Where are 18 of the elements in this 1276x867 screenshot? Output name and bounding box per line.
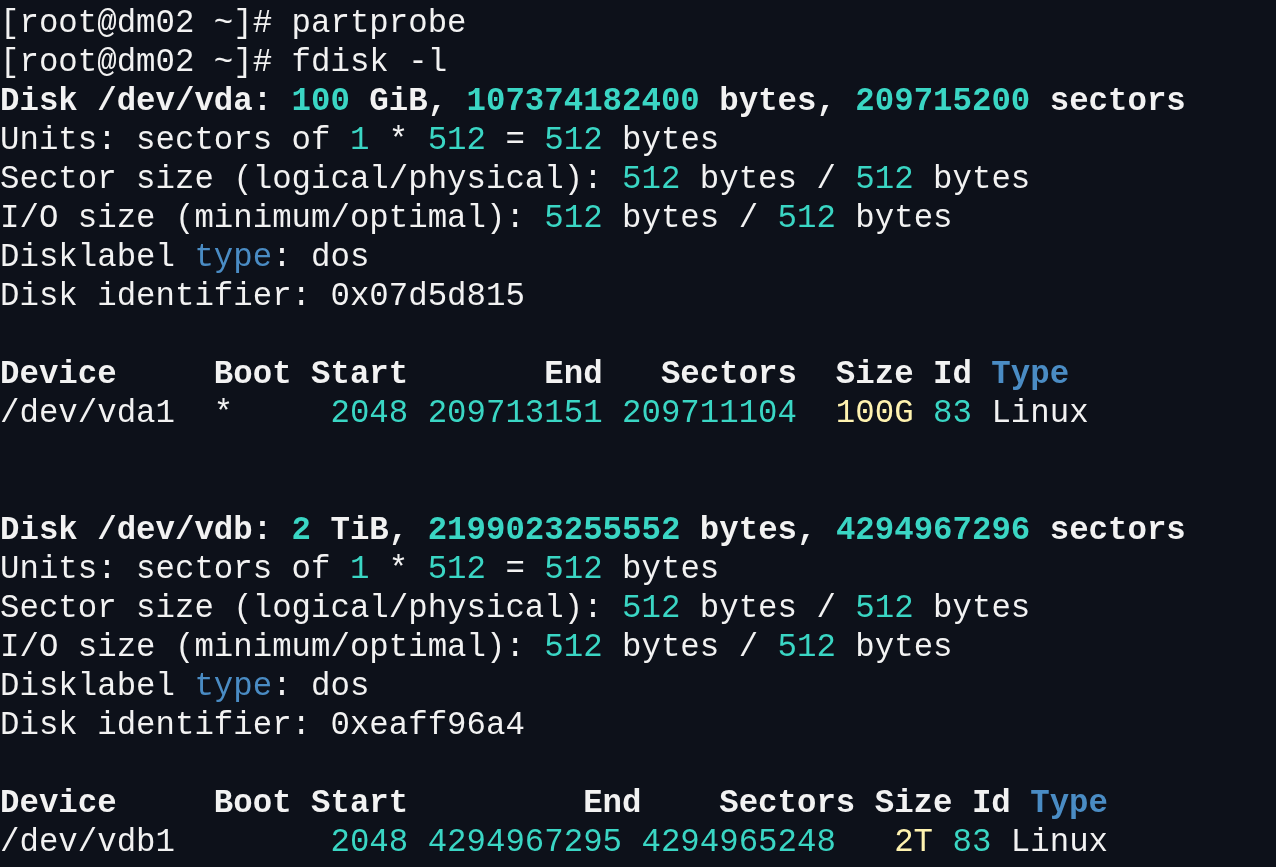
command-line: [root@dm02 ~]# fdisk -l bbox=[0, 43, 448, 82]
output-line: I/O size (minimum/optimal): 512 bytes / 512 bytes bbox=[0, 199, 953, 238]
output-line: Sector size (logical/physical): 512 bytes / 512 bytes bbox=[0, 589, 1031, 628]
output-line: Units: sectors of 1 * 512 = 512 bytes bbox=[0, 121, 720, 160]
output-line: /dev/vdb1 2048 4294967295 4294965248 2T 83 Linux bbox=[0, 823, 1108, 862]
output-line: Units: sectors of 1 * 512 = 512 bytes bbox=[0, 550, 720, 589]
output-line: Disklabel type: dos bbox=[0, 238, 370, 277]
output-line: Disk identifier: 0xeaff96a4 bbox=[0, 706, 525, 745]
command-line: [root@dm02 ~]# partprobe bbox=[0, 4, 467, 43]
output-line: I/O size (minimum/optimal): 512 bytes / 512 bytes bbox=[0, 628, 953, 667]
output-line: Disklabel type: dos bbox=[0, 667, 370, 706]
output-line: Sector size (logical/physical): 512 bytes / 512 bytes bbox=[0, 160, 1031, 199]
output-line: Disk /dev/vdb: 2 TiB, 2199023255552 bytes, 4294967296 sectors bbox=[0, 511, 1186, 550]
output-line: /dev/vda1 * 2048 209713151 209711104 100G 83 Linux bbox=[0, 394, 1089, 433]
output-line: Disk identifier: 0x07d5d815 bbox=[0, 277, 525, 316]
output-line: Disk /dev/vda: 100 GiB, 107374182400 bytes, 209715200 sectors bbox=[0, 82, 1186, 121]
output-line: Device Boot Start End Sectors Size Id Type bbox=[0, 784, 1108, 823]
output-line: Device Boot Start End Sectors Size Id Type bbox=[0, 355, 1070, 394]
